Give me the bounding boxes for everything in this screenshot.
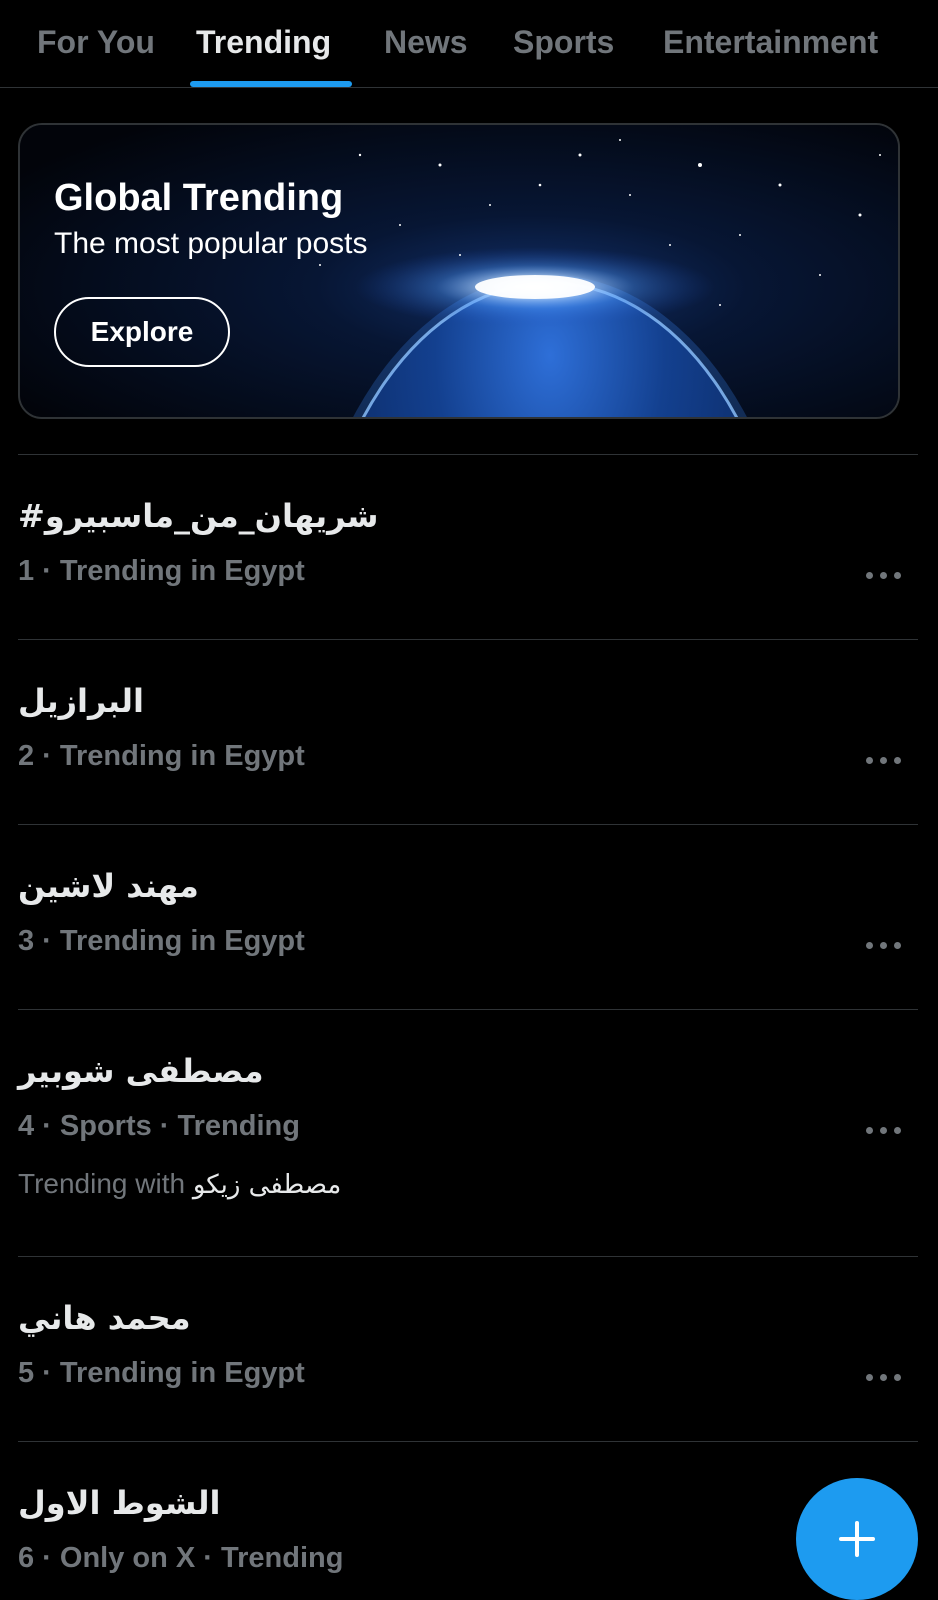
trend-name: #شريهان_من_ماسبيرو [18, 497, 379, 535]
more-options-icon[interactable] [866, 566, 902, 586]
trending-page: For You Trending News Sports Entertainme… [0, 0, 938, 1600]
trending-with: Trending with مصطفى زيكو [18, 1168, 341, 1200]
more-options-icon[interactable] [866, 1368, 902, 1388]
tab-entertainment[interactable]: Entertainment [663, 20, 878, 64]
compose-button[interactable] [796, 1478, 918, 1600]
tab-bar: For You Trending News Sports Entertainme… [0, 0, 938, 88]
trend-name: الشوط الاول [18, 1484, 221, 1522]
trend-item[interactable]: محمد هاني 5 · Trending in Egypt [18, 1257, 918, 1441]
more-options-icon[interactable] [866, 936, 902, 956]
trend-name: مصطفى شوبير [18, 1052, 264, 1090]
trend-item[interactable]: #شريهان_من_ماسبيرو 1 · Trending in Egypt [18, 455, 918, 639]
banner-subtitle: The most popular posts [54, 227, 368, 260]
trend-meta: 1 · Trending in Egypt [18, 555, 305, 587]
tab-trending[interactable]: Trending [196, 20, 331, 64]
tab-news[interactable]: News [384, 20, 468, 64]
trend-meta: 3 · Trending in Egypt [18, 925, 305, 957]
active-tab-indicator [190, 81, 352, 87]
tab-sports[interactable]: Sports [513, 20, 614, 64]
global-trending-banner[interactable]: Global Trending The most popular posts E… [18, 123, 900, 419]
trend-name: البرازيل [18, 682, 144, 720]
tab-for-you[interactable]: For You [37, 20, 155, 64]
trend-item[interactable]: الشوط الاول 6 · Only on X · Trending [18, 1442, 918, 1600]
trend-item[interactable]: مصطفى شوبير 4 · Sports · Trending Trendi… [18, 1010, 918, 1256]
earth-image [20, 125, 898, 417]
trend-meta: 6 · Only on X · Trending [18, 1542, 344, 1574]
more-options-icon[interactable] [866, 751, 902, 771]
banner-title: Global Trending [54, 177, 344, 219]
trend-meta: 5 · Trending in Egypt [18, 1357, 305, 1389]
trend-meta: 4 · Sports · Trending [18, 1110, 300, 1142]
more-options-icon[interactable] [866, 1121, 902, 1141]
trend-name: مهند لاشين [18, 867, 199, 905]
trending-with-label: Trending with [18, 1168, 186, 1199]
explore-button[interactable]: Explore [54, 297, 230, 367]
trending-with-value[interactable]: مصطفى زيكو [193, 1170, 341, 1200]
trend-name: محمد هاني [18, 1299, 191, 1337]
trend-item[interactable]: مهند لاشين 3 · Trending in Egypt [18, 825, 918, 1009]
trend-meta: 2 · Trending in Egypt [18, 740, 305, 772]
trend-item[interactable]: البرازيل 2 · Trending in Egypt [18, 640, 918, 824]
